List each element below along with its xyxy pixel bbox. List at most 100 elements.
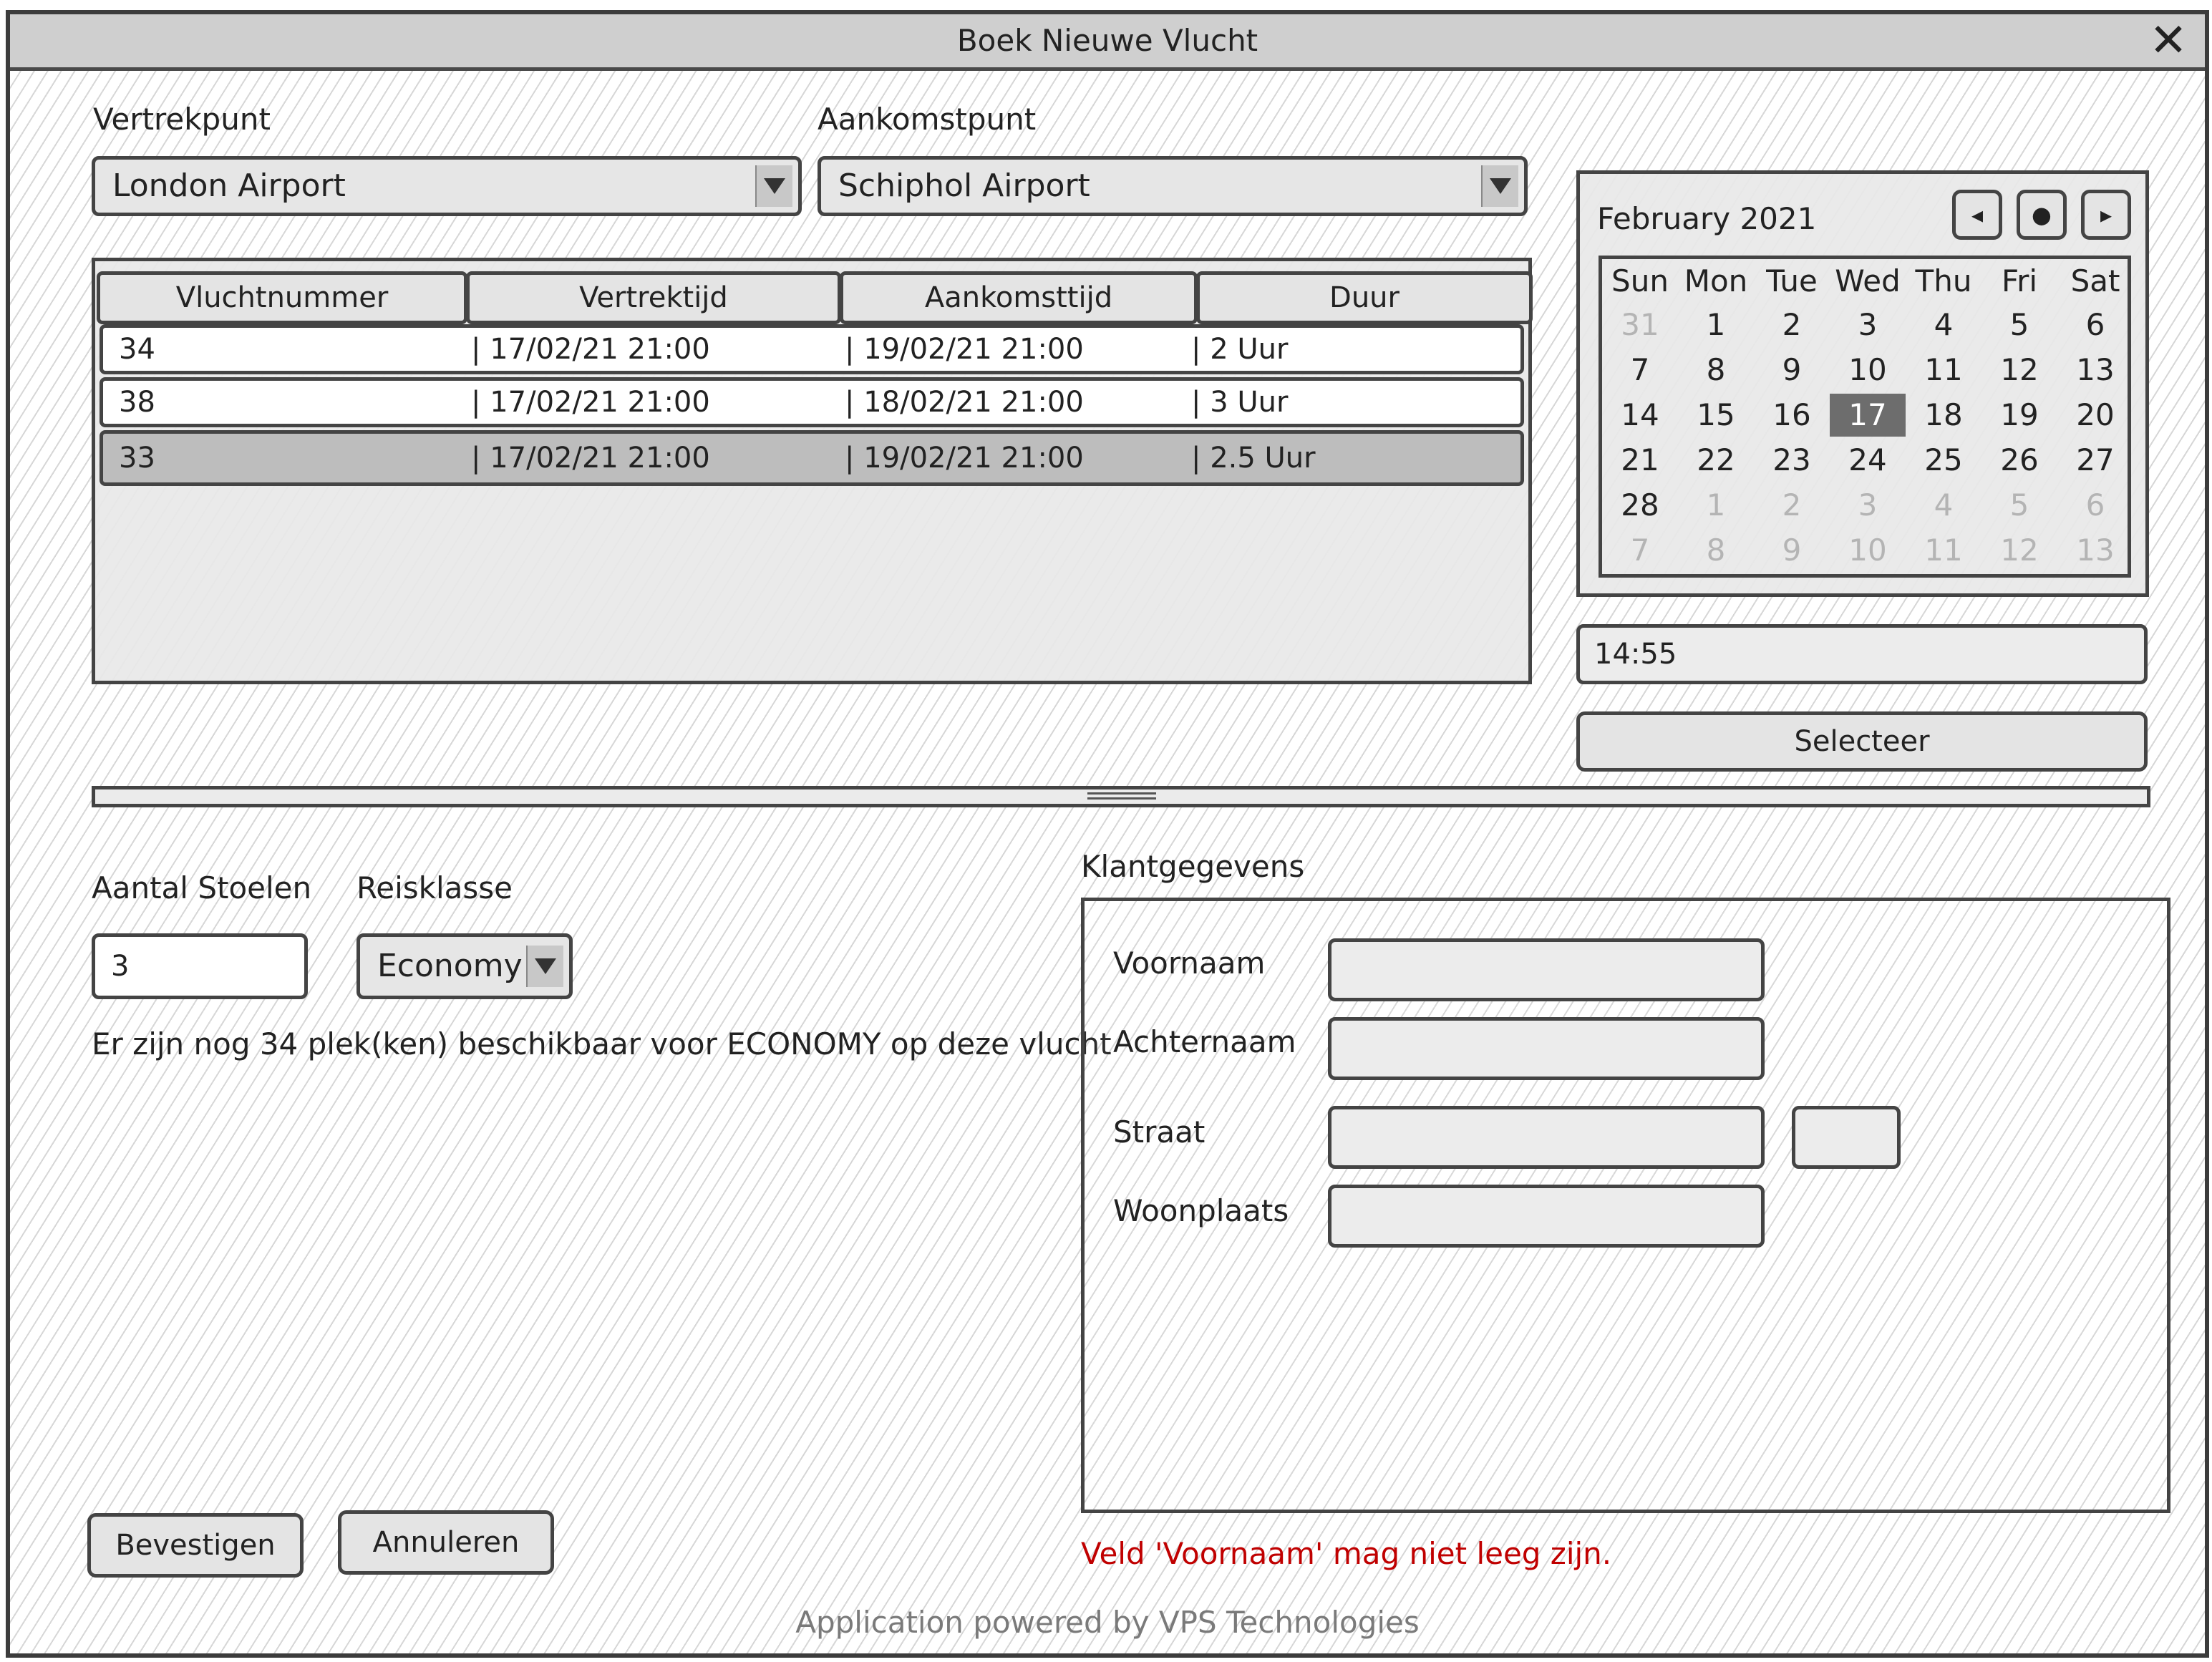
calendar-day[interactable]: 7 [1602, 349, 1678, 392]
calendar-day[interactable]: 4 [1906, 303, 1981, 346]
table-cell: | 2.5 Uur [1191, 442, 1316, 475]
calendar-day[interactable]: 12 [1981, 529, 2057, 572]
departure-select[interactable]: London Airport [92, 156, 802, 216]
column-header-aankomsttijd[interactable]: Aankomsttijd [840, 271, 1198, 324]
calendar-day[interactable]: 13 [2057, 529, 2133, 572]
calendar-day[interactable]: 6 [2057, 303, 2133, 346]
calendar-day[interactable]: 11 [1906, 529, 1981, 572]
calendar-day[interactable]: 8 [1678, 349, 1754, 392]
table-cell: | 2 Uur [1191, 333, 1289, 366]
splitter[interactable] [92, 786, 2150, 807]
arrival-label: Aankomstpunt [818, 102, 1037, 137]
calendar-day[interactable]: 20 [2057, 394, 2133, 437]
table-cell: | 19/02/21 21:00 [845, 442, 1084, 475]
calendar-day[interactable]: 25 [1906, 439, 1981, 482]
calendar-day[interactable]: 17 [1830, 394, 1906, 437]
weekday-header: Wed [1835, 263, 1901, 298]
table-cell: | 17/02/21 21:00 [471, 442, 710, 475]
customer-details-box: Voornaam Achternaam Straat Woonplaats [1081, 898, 2170, 1513]
customer-section-label: Klantgegevens [1081, 849, 1305, 884]
calendar-day[interactable]: 18 [1906, 394, 1981, 437]
class-value: Economy [377, 948, 523, 984]
calendar-month-label: February 2021 [1597, 201, 1817, 236]
select-button[interactable]: Selecteer [1576, 711, 2148, 772]
lastname-field[interactable] [1328, 1017, 1765, 1080]
calendar-day[interactable]: 13 [2057, 349, 2133, 392]
calendar-day[interactable]: 19 [1981, 394, 2057, 437]
calendar-day[interactable]: 8 [1678, 529, 1754, 572]
street-label: Straat [1113, 1114, 1206, 1150]
calendar-day[interactable]: 24 [1830, 439, 1906, 482]
calendar-day[interactable]: 5 [1981, 303, 2057, 346]
calendar-grid: Sun Mon Tue Wed Thu Fri Sat 31 1 2 3 4 5 6 7 8 9 10 11 12 13… [1599, 256, 2131, 578]
close-icon[interactable]: ✕ [2143, 17, 2193, 64]
calendar-day[interactable]: 5 [1981, 484, 2057, 527]
calendar-day[interactable]: 27 [2057, 439, 2133, 482]
arrival-value: Schiphol Airport [838, 167, 1090, 204]
weekday-header: Fri [2001, 263, 2038, 298]
seats-input[interactable]: 3 [92, 933, 308, 999]
firstname-field[interactable] [1328, 938, 1765, 1001]
dot-icon: ● [2032, 201, 2052, 228]
column-header-vluchtnummer[interactable]: Vluchtnummer [97, 271, 467, 324]
class-select[interactable]: Economy [356, 933, 573, 999]
street-field[interactable] [1328, 1106, 1765, 1169]
class-label: Reisklasse [356, 870, 513, 905]
table-row-selected[interactable]: 33 | 17/02/21 21:00 | 19/02/21 21:00 | 2… [100, 430, 1524, 486]
column-header-duur[interactable]: Duur [1196, 271, 1533, 324]
splitter-grip-icon[interactable] [1087, 792, 1156, 800]
calendar-day[interactable]: 11 [1906, 349, 1981, 392]
table-row[interactable]: 38 | 17/02/21 21:00 | 18/02/21 21:00 | 3… [100, 377, 1524, 427]
prev-month-button[interactable]: ◂ [1952, 190, 2002, 240]
calendar-day[interactable]: 9 [1754, 529, 1830, 572]
validation-error: Veld 'Voornaam' mag niet leeg zijn. [1081, 1536, 1612, 1571]
calendar-day[interactable]: 10 [1830, 349, 1906, 392]
flights-table: Vluchtnummer Vertrektijd Aankomsttijd Du… [92, 258, 1533, 684]
calendar-day[interactable]: 14 [1602, 394, 1678, 437]
calendar-day[interactable]: 23 [1754, 439, 1830, 482]
city-field[interactable] [1328, 1185, 1765, 1248]
table-cell: 34 [119, 333, 155, 366]
cancel-button[interactable]: Annuleren [338, 1510, 554, 1575]
calendar-day[interactable]: 22 [1678, 439, 1754, 482]
chevron-down-icon[interactable] [1481, 165, 1518, 207]
table-row[interactable]: 34 | 17/02/21 21:00 | 19/02/21 21:00 | 2… [100, 324, 1524, 374]
calendar-day[interactable]: 9 [1754, 349, 1830, 392]
housenumber-field[interactable] [1792, 1106, 1901, 1169]
calendar-day[interactable]: 12 [1981, 349, 2057, 392]
calendar-day[interactable]: 3 [1830, 303, 1906, 346]
footer-powered-by: Application powered by VPS Technologies [795, 1605, 1420, 1640]
arrival-select[interactable]: Schiphol Airport [818, 156, 1528, 216]
weekday-header: Thu [1915, 263, 1972, 298]
calendar-day[interactable]: 3 [1830, 484, 1906, 527]
chevron-down-icon[interactable] [526, 946, 563, 987]
table-cell: 38 [119, 386, 155, 419]
calendar-day[interactable]: 2 [1754, 484, 1830, 527]
time-field[interactable]: 14:55 [1576, 624, 2148, 684]
calendar-day[interactable]: 28 [1602, 484, 1678, 527]
next-month-button[interactable]: ▸ [2081, 190, 2131, 240]
calendar-day[interactable]: 16 [1754, 394, 1830, 437]
calendar-day[interactable]: 26 [1981, 439, 2057, 482]
confirm-button[interactable]: Bevestigen [87, 1513, 304, 1578]
calendar-day[interactable]: 1 [1678, 484, 1754, 527]
availability-text: Er zijn nog 34 plek(ken) beschikbaar voo… [92, 1026, 1112, 1061]
column-header-vertrektijd[interactable]: Vertrektijd [466, 271, 841, 324]
calendar-day[interactable]: 31 [1602, 303, 1678, 346]
departure-label: Vertrekpunt [93, 102, 271, 137]
date-picker: February 2021 ◂ ● ▸ Sun Mon Tue Wed Thu Fri Sa… [1576, 170, 2149, 597]
calendar-day[interactable]: 7 [1602, 529, 1678, 572]
weekday-header: Mon [1684, 263, 1748, 298]
calendar-day[interactable]: 21 [1602, 439, 1678, 482]
seats-label: Aantal Stoelen [92, 870, 312, 905]
calendar-day[interactable]: 6 [2057, 484, 2133, 527]
table-cell: | 19/02/21 21:00 [845, 333, 1084, 366]
calendar-day[interactable]: 4 [1906, 484, 1981, 527]
chevron-down-icon[interactable] [755, 165, 792, 207]
today-button[interactable]: ● [2017, 190, 2067, 240]
calendar-day[interactable]: 1 [1678, 303, 1754, 346]
weekday-header: Sun [1611, 263, 1669, 298]
calendar-day[interactable]: 2 [1754, 303, 1830, 346]
calendar-day[interactable]: 10 [1830, 529, 1906, 572]
calendar-day[interactable]: 15 [1678, 394, 1754, 437]
